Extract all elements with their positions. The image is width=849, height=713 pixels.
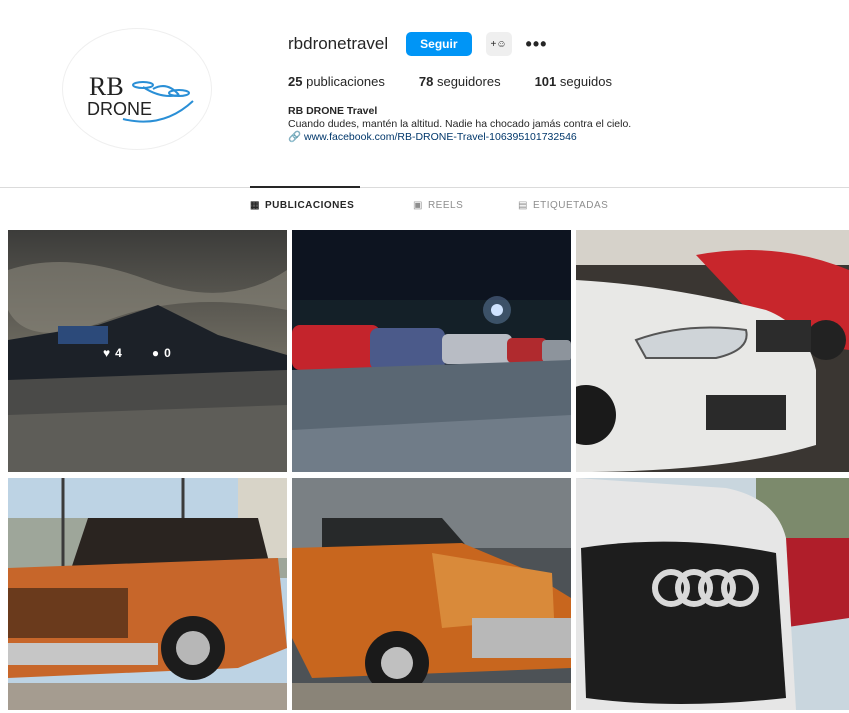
post-image-white-car (576, 230, 849, 472)
tab-reels-label: REELS (427, 200, 464, 211)
profile-name: RB DRONE Travel (288, 105, 378, 117)
active-tab-indicator (250, 186, 360, 188)
following-label: seguidos (559, 74, 612, 89)
profile-stats: 25 publicaciones 78 seguidores 101 segui… (288, 74, 828, 89)
comments-stat: ● 0 (152, 346, 171, 360)
likes-count: 4 (115, 346, 122, 360)
likes-stat: ♥ 4 (103, 346, 122, 360)
comments-count: 0 (164, 346, 171, 360)
posts-count: 25 (288, 74, 303, 89)
followers-stat[interactable]: 78 seguidores (419, 74, 501, 89)
followers-count: 78 (418, 74, 434, 89)
more-options-button[interactable]: ••• (526, 34, 548, 55)
bio-link[interactable]: www.facebook.com/RB-DRONE-Travel-1063951… (304, 131, 577, 143)
bio-link-row[interactable]: 🔗 www.facebook.com/RB-DRONE-Travel-10639… (288, 131, 828, 144)
following-stat[interactable]: 101 seguidos (535, 74, 612, 89)
link-icon: 🔗 (288, 131, 302, 143)
post-image-orange-pickup (8, 478, 287, 710)
post-tile[interactable] (8, 478, 287, 710)
reels-icon: ▣ (413, 200, 423, 211)
tab-tagged-label: ETIQUETADAS (532, 200, 609, 211)
follow-button[interactable]: Seguir (406, 32, 472, 56)
heart-icon: ♥ (103, 346, 111, 360)
posts-stat: 25 publicaciones (288, 74, 385, 89)
tab-tagged[interactable]: ▤ ETIQUETADAS (518, 200, 608, 211)
tagged-icon: ▤ (518, 200, 528, 211)
username: rbdronetravel (288, 34, 389, 53)
profile-avatar[interactable]: RB DRONE (62, 28, 212, 150)
post-image-night-cars (292, 230, 571, 472)
post-tile[interactable] (576, 230, 849, 472)
post-tile[interactable] (292, 478, 571, 710)
avatar-text-rb: RB (89, 72, 124, 101)
suggested-accounts-button[interactable]: +☺ (485, 32, 512, 56)
bio-text: Cuando dudes, mantén la altitud. Nadie h… (288, 118, 632, 130)
posts-label: publicaciones (306, 74, 385, 89)
post-hover-stats: ♥ 4 ● 0 (103, 346, 171, 360)
post-image-audi-grille (576, 478, 849, 710)
tabs-divider (0, 187, 849, 188)
rb-drone-logo: RB DRONE (87, 72, 194, 123)
comment-icon: ● (151, 346, 160, 360)
post-tile[interactable]: ♥ 4 ● 0 (8, 230, 287, 472)
profile-title-row: rbdronetravel Seguir +☺ ••• (288, 30, 828, 58)
avatar-text-drone: DRONE (87, 99, 152, 119)
post-tile[interactable] (576, 478, 849, 710)
profile-bio: RB DRONE Travel Cuando dudes, mantén la … (288, 105, 828, 144)
post-image-classic-pickup (292, 478, 571, 710)
following-count: 101 (534, 74, 557, 89)
tab-reels[interactable]: ▣ REELS (413, 200, 463, 211)
add-person-icon: +☺ (490, 38, 507, 50)
grid-icon: ▦ (250, 200, 260, 211)
post-tile[interactable] (292, 230, 571, 472)
tab-posts-label: PUBLICACIONES (264, 200, 355, 211)
profile-header: rbdronetravel Seguir +☺ ••• 25 publicaci… (288, 30, 828, 144)
followers-label: seguidores (436, 74, 501, 89)
tab-posts[interactable]: ▦ PUBLICACIONES (250, 200, 354, 211)
